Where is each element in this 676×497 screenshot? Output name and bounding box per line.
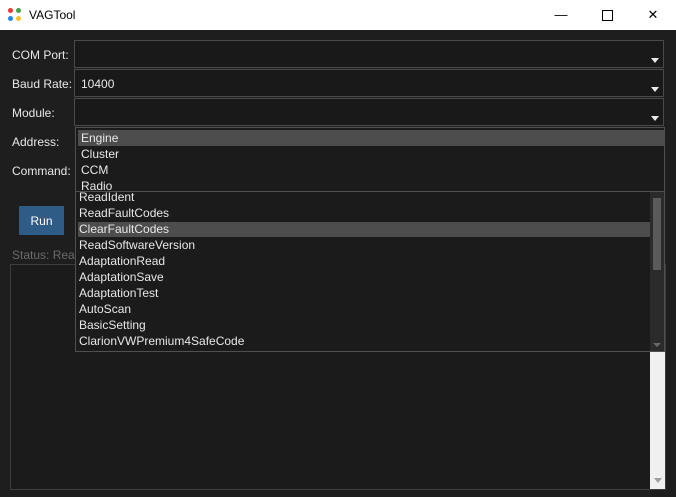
- baud-rate-select[interactable]: 10400: [74, 69, 664, 97]
- command-option[interactable]: AdaptationTest: [78, 286, 651, 301]
- command-option[interactable]: ClarionVWPremium4SafeCode: [78, 334, 651, 349]
- address-label: Address:: [12, 135, 60, 149]
- module-dropdown-list[interactable]: Engine Cluster CCM Radio: [75, 127, 665, 194]
- window-title: VAGTool: [29, 8, 76, 22]
- command-option[interactable]: ReadSoftwareVersion: [78, 238, 651, 253]
- com-port-label: COM Port:: [12, 48, 69, 62]
- scroll-down-icon[interactable]: [654, 478, 662, 483]
- chevron-down-icon: [651, 87, 659, 92]
- title-bar: VAGTool — ✕: [0, 0, 676, 30]
- command-option[interactable]: AdaptationRead: [78, 254, 651, 269]
- module-label: Module:: [12, 106, 55, 120]
- command-option[interactable]: ClearFaultCodes: [78, 222, 651, 237]
- minimize-icon: —: [554, 7, 568, 22]
- module-option[interactable]: Cluster: [78, 146, 665, 162]
- command-option[interactable]: BasicSetting: [78, 318, 651, 333]
- com-port-select[interactable]: [74, 40, 664, 68]
- command-option[interactable]: ReadFaultCodes: [78, 206, 651, 221]
- baud-rate-value: 10400: [81, 77, 115, 91]
- run-button[interactable]: Run: [19, 206, 64, 235]
- module-option[interactable]: Engine: [78, 130, 665, 146]
- command-label: Command:: [12, 164, 71, 178]
- chevron-down-icon: [651, 58, 659, 63]
- close-icon: ✕: [647, 7, 659, 22]
- minimize-button[interactable]: —: [538, 0, 584, 30]
- app-logo-icon: [8, 8, 22, 22]
- scroll-down-icon[interactable]: [653, 343, 661, 347]
- baud-rate-label: Baud Rate:: [12, 77, 73, 91]
- scrollbar-thumb[interactable]: [653, 198, 661, 270]
- module-option[interactable]: Radio: [78, 178, 665, 194]
- command-list-scrollbar[interactable]: [650, 190, 664, 351]
- command-option[interactable]: AdaptationSave: [78, 270, 651, 285]
- close-button[interactable]: ✕: [630, 0, 676, 30]
- module-select[interactable]: [74, 98, 664, 126]
- maximize-button[interactable]: [584, 0, 630, 30]
- command-option[interactable]: AutoScan: [78, 302, 651, 317]
- command-dropdown-list[interactable]: ReadIdent ReadFaultCodes ClearFaultCodes…: [75, 189, 665, 352]
- chevron-down-icon: [651, 116, 659, 121]
- module-option[interactable]: CCM: [78, 162, 665, 178]
- maximize-icon: [601, 10, 613, 22]
